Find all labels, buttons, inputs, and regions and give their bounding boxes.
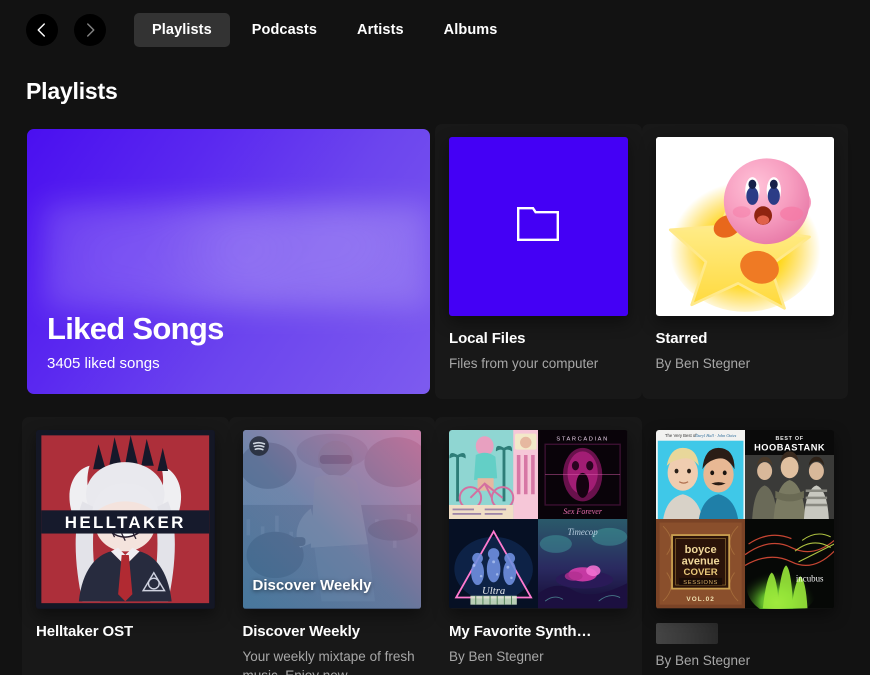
liked-songs-card[interactable]: Liked Songs 3405 liked songs — [22, 124, 435, 399]
svg-text:Sex Forever: Sex Forever — [564, 507, 604, 516]
svg-text:BEST OF: BEST OF — [775, 436, 803, 442]
tab-albums[interactable]: Albums — [426, 13, 516, 47]
liked-songs-text: Liked Songs 3405 liked songs — [47, 311, 224, 372]
collage-quadrant-hoobastank-album: BEST OF HOOBASTANK — [744, 430, 834, 520]
card-subtitle: By Ben Stegner — [655, 652, 751, 668]
card-title: Discover Weekly — [242, 622, 361, 640]
svg-text:HELLTAKER: HELLTAKER — [65, 513, 186, 532]
svg-text:avenue: avenue — [681, 556, 719, 568]
card-subtitle: By Ben Stegner — [655, 355, 751, 371]
playlist-card-my-favorite-synth[interactable]: STARCADIAN Sex Forever Ultra Timecop My … — [435, 417, 642, 675]
liked-songs-title: Liked Songs — [47, 311, 224, 346]
card-subtitle: By Ben Stegner — [449, 648, 544, 664]
collage-quadrant-starcadian-album: STARCADIAN Sex Forever — [538, 430, 628, 520]
card-title: Starred — [655, 329, 708, 347]
svg-text:COVER: COVER — [683, 567, 717, 578]
navigation-buttons — [26, 14, 106, 46]
liked-songs-artwork: Liked Songs 3405 liked songs — [27, 129, 430, 394]
tab-artists[interactable]: Artists — [339, 13, 422, 47]
card-title: My Favorite Synth… — [449, 622, 592, 640]
card-title: Helltaker OST — [36, 622, 134, 640]
chevron-left-icon — [33, 21, 51, 39]
top-bar: Playlists Podcasts Artists Albums — [0, 0, 870, 60]
svg-text:STARCADIAN: STARCADIAN — [557, 437, 609, 443]
collage-quadrant-incubus-album: incubus — [744, 519, 834, 609]
helltaker-artwork: HELLTAKER — [36, 430, 215, 609]
page-title: Playlists — [26, 78, 118, 104]
collage-quadrant-bike-synthwave-album — [449, 430, 539, 520]
tab-podcasts[interactable]: Podcasts — [234, 13, 335, 47]
playlist-grid: Liked Songs 3405 liked songs Local Files… — [0, 124, 870, 675]
liked-songs-blur-overlay — [43, 203, 430, 310]
svg-text:HOOBASTANK: HOOBASTANK — [754, 443, 825, 453]
collage-quadrant-underwater-synth-album: Timecop — [538, 519, 628, 609]
collage-quadrant-triangle-neon-album: Ultra — [449, 519, 539, 609]
synthwave-collage-artwork: STARCADIAN Sex Forever Ultra Timecop — [449, 430, 628, 609]
rock-collage-artwork: The Very Best of Daryl Hall · John Oates… — [655, 430, 834, 609]
playlist-card-local-files[interactable]: Local Files Files from your computer — [435, 124, 642, 399]
svg-text:The Very Best of: The Very Best of — [664, 433, 696, 438]
forward-button[interactable] — [74, 14, 106, 46]
folder-icon — [517, 206, 560, 246]
playlist-card-discover-weekly[interactable]: Discover Weekly Discover Weekly Your wee… — [228, 417, 435, 675]
back-button[interactable] — [26, 14, 58, 46]
svg-text:VOL.02: VOL.02 — [686, 596, 715, 603]
card-title-skeleton — [655, 622, 718, 644]
svg-text:incubus: incubus — [796, 574, 824, 584]
chevron-right-icon — [81, 21, 99, 39]
collage-quadrant-hall-and-oates-album: The Very Best of Daryl Hall · John Oates — [655, 430, 745, 520]
playlist-card-helltaker-ost[interactable]: HELLTAKER Helltaker OST — [22, 417, 229, 675]
playlist-card-starred[interactable]: Starred By Ben Stegner — [641, 124, 848, 399]
svg-text:boyce: boyce — [684, 544, 716, 556]
svg-text:Timecop: Timecop — [568, 527, 599, 537]
spotify-library-page: Playlists Podcasts Artists Albums Playli… — [0, 0, 870, 675]
local-files-artwork — [449, 137, 628, 316]
svg-text:Ultra: Ultra — [482, 585, 505, 597]
discover-weekly-artwork: Discover Weekly — [242, 430, 421, 609]
card-title: Local Files — [449, 329, 526, 347]
card-subtitle: Files from your computer — [449, 355, 599, 371]
tab-playlists[interactable]: Playlists — [134, 13, 230, 47]
card-subtitle: Your weekly mixtape of fresh music. Enjo… — [242, 648, 415, 675]
svg-text:SESSIONS: SESSIONS — [683, 580, 718, 586]
svg-text:Daryl Hall · John Oates: Daryl Hall · John Oates — [694, 433, 736, 438]
discover-weekly-art-label: Discover Weekly — [252, 576, 372, 594]
library-filter-tabs: Playlists Podcasts Artists Albums — [134, 13, 515, 47]
collage-quadrant-boyce-avenue-album: boyce avenue COVER SESSIONS VOL.02 — [655, 519, 745, 609]
playlist-card-unnamed[interactable]: The Very Best of Daryl Hall · John Oates… — [642, 417, 849, 675]
liked-songs-subtitle: 3405 liked songs — [47, 355, 160, 372]
starred-artwork — [655, 137, 834, 316]
kirby-star-icon — [655, 137, 834, 316]
